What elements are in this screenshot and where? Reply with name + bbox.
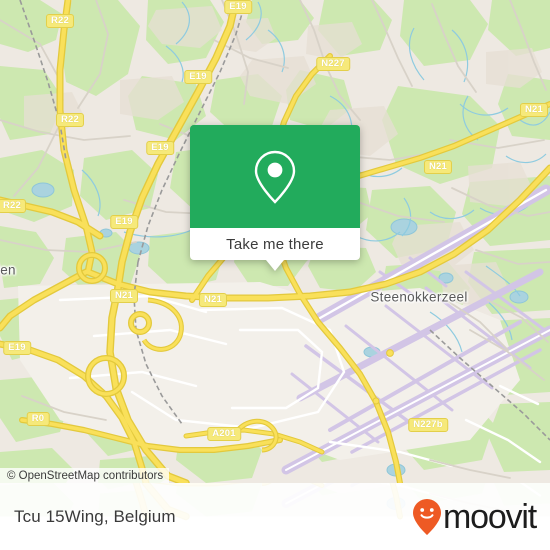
place-title: Tcu 15Wing, Belgium bbox=[14, 506, 176, 526]
map-attribution[interactable]: © OpenStreetMap contributors bbox=[0, 468, 170, 483]
road-shield: E19 bbox=[146, 141, 174, 155]
road-shield: N21 bbox=[519, 103, 549, 117]
road-shield: A201 bbox=[207, 427, 241, 441]
road-shield: E19 bbox=[3, 341, 31, 355]
place-label: Steenokkerzeel bbox=[370, 289, 468, 305]
moovit-map-page: R22 E19 E19 N227 N21 R22 E19 N21 R22 E19 N21 N21 E19… bbox=[0, 0, 550, 550]
moovit-logo[interactable]: moovit bbox=[412, 497, 537, 536]
map-canvas[interactable]: R22 E19 E19 N227 N21 R22 E19 N21 R22 E19 N21 N21 E19… bbox=[0, 0, 550, 483]
road-shield: N21 bbox=[423, 160, 453, 174]
road-shield: R22 bbox=[55, 113, 85, 127]
popup-action-panel[interactable]: Take me there bbox=[190, 228, 360, 271]
moovit-smiley-pin-icon bbox=[413, 498, 442, 535]
road-shield: N227 bbox=[316, 57, 350, 71]
road-shield: E19 bbox=[184, 70, 212, 84]
place-label: en bbox=[0, 262, 16, 278]
map-pin-icon bbox=[254, 150, 296, 204]
take-me-there-label: Take me there bbox=[226, 235, 324, 253]
road-shield: R0 bbox=[26, 412, 50, 426]
popup-tail-arrow bbox=[266, 260, 284, 271]
location-popup-card[interactable]: Take me there bbox=[190, 125, 360, 271]
road-shield: N21 bbox=[198, 293, 228, 307]
popup-pin-panel bbox=[190, 125, 360, 228]
road-shield: R22 bbox=[45, 14, 75, 28]
road-shield: R22 bbox=[0, 199, 27, 213]
moovit-wordmark: moovit bbox=[443, 497, 537, 536]
road-shield: E19 bbox=[110, 215, 138, 229]
road-shield: E19 bbox=[224, 0, 252, 14]
bottom-info-bar: Tcu 15Wing, Belgium moovit bbox=[0, 483, 550, 550]
road-shield: N21 bbox=[109, 289, 139, 303]
road-shield: N227b bbox=[408, 418, 448, 432]
